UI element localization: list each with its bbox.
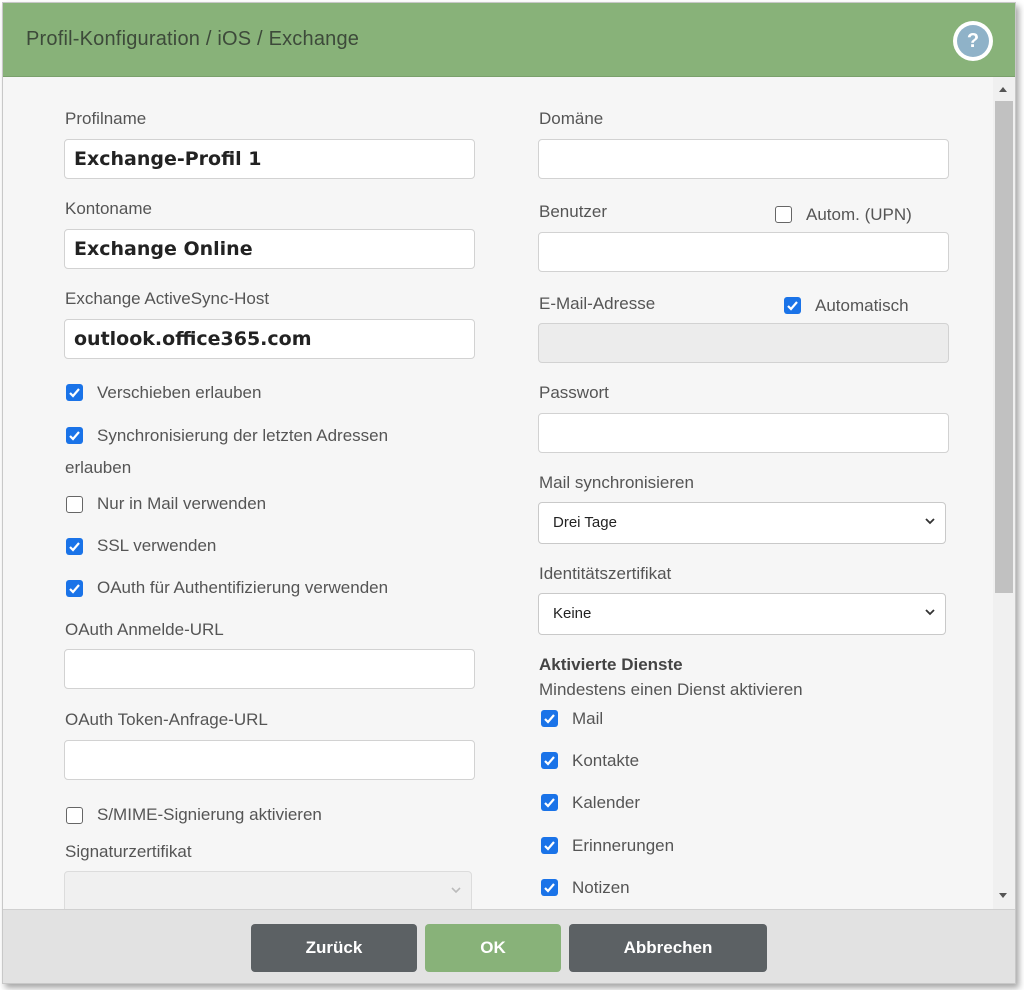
service-contacts-label: Kontakte [572,751,640,770]
dialog-titlebar: Profil-Konfiguration / iOS / Exchange ? [3,3,1015,77]
user-input[interactable] [538,232,949,272]
service-reminders-checkbox[interactable] [541,837,558,854]
service-mail-label: Mail [572,709,604,728]
identity-cert-value: Keine [553,605,592,622]
move-allowed-label: Verschieben erlauben [97,383,262,402]
mail-sync-select[interactable]: Drei Tage [538,502,946,544]
chevron-down-icon [925,518,935,525]
ssl-checkbox[interactable] [66,538,83,555]
back-button[interactable]: Zurück [251,924,417,972]
move-allowed-checkbox[interactable] [66,384,83,401]
checkmark-icon [69,431,80,441]
host-label: Exchange ActiveSync-Host [65,289,270,308]
oauth-checkbox[interactable] [66,580,83,597]
service-mail-checkbox[interactable] [541,710,558,727]
identity-cert-select[interactable]: Keine [538,593,946,635]
content-scrollbar[interactable] [993,77,1015,909]
mail-sync-value: Drei Tage [553,514,617,531]
service-calendar-checkbox[interactable] [541,794,558,811]
scroll-up-arrow-icon[interactable] [999,87,1007,92]
service-reminders-label: Erinnerungen [572,836,675,855]
checkmark-icon [544,883,555,893]
dialog-content: Profilname Exchange-Profil 1 Kontoname E… [3,77,993,909]
help-icon: ? [957,25,989,57]
host-input[interactable]: outlook.office365.com [64,319,475,359]
chevron-down-icon [451,887,461,894]
scrollbar-thumb[interactable] [995,101,1013,593]
checkmark-icon [69,584,80,594]
oauth-login-label: OAuth Anmelde-URL [65,620,224,639]
checkmark-icon [544,798,555,808]
sync-recent-checkbox[interactable] [66,427,83,444]
kontoname-input[interactable]: Exchange Online [64,229,475,269]
dialog-title: Profil-Konfiguration / iOS / Exchange [26,28,360,50]
service-notes-checkbox[interactable] [541,879,558,896]
dialog-footer: Zurück OK Abbrechen [3,909,1015,983]
profilname-label: Profilname [65,109,147,128]
email-label: E-Mail-Adresse [539,294,656,313]
profile-config-dialog: Profil-Konfiguration / iOS / Exchange ? … [2,2,1016,984]
signature-cert-label: Signaturzertifikat [65,842,192,861]
scroll-down-arrow-icon[interactable] [999,893,1007,898]
ok-button[interactable]: OK [425,924,561,972]
sync-recent-label: Synchronisierung der letzten Adressen [97,426,389,445]
checkmark-icon [544,841,555,851]
password-input[interactable] [538,413,949,453]
kontoname-label: Kontoname [65,199,152,218]
mail-only-checkbox[interactable] [66,496,83,513]
email-auto-label: Automatisch [815,296,909,315]
checkmark-icon [544,714,555,724]
services-subheading: Mindestens einen Dienst aktivieren [539,680,803,699]
signature-cert-select [64,871,472,909]
checkmark-icon [544,756,555,766]
ssl-label: SSL verwenden [97,536,217,555]
checkmark-icon [787,301,798,311]
service-contacts-checkbox[interactable] [541,752,558,769]
password-label: Passwort [539,383,609,402]
domain-label: Domäne [539,109,604,128]
profilname-input[interactable]: Exchange-Profil 1 [64,139,475,179]
user-label: Benutzer [539,202,608,221]
checkmark-icon [69,388,80,398]
email-input [538,323,949,363]
service-calendar-label: Kalender [572,793,641,812]
oauth-token-input[interactable] [64,740,475,780]
mail-sync-label: Mail synchronisieren [539,473,694,492]
services-heading: Aktivierte Dienste [539,655,683,674]
oauth-login-input[interactable] [64,649,475,689]
oauth-token-label: OAuth Token-Anfrage-URL [65,710,268,729]
identity-cert-label: Identitätszertifikat [539,564,672,583]
help-button[interactable]: ? [953,21,993,61]
mail-only-label: Nur in Mail verwenden [97,494,267,513]
sync-recent-label-line2: erlauben [65,458,132,477]
domain-input[interactable] [538,139,949,179]
oauth-label: OAuth für Authentifizierung verwenden [97,578,389,597]
checkmark-icon [69,542,80,552]
user-auto-upn-label: Autom. (UPN) [806,205,912,224]
email-auto-checkbox[interactable] [784,297,801,314]
chevron-down-icon [925,609,935,616]
smime-label: S/MIME-Signierung aktivieren [97,805,322,824]
user-auto-upn-checkbox[interactable] [775,206,792,223]
service-notes-label: Notizen [572,878,630,897]
cancel-button[interactable]: Abbrechen [569,924,767,972]
smime-checkbox[interactable] [66,807,83,824]
